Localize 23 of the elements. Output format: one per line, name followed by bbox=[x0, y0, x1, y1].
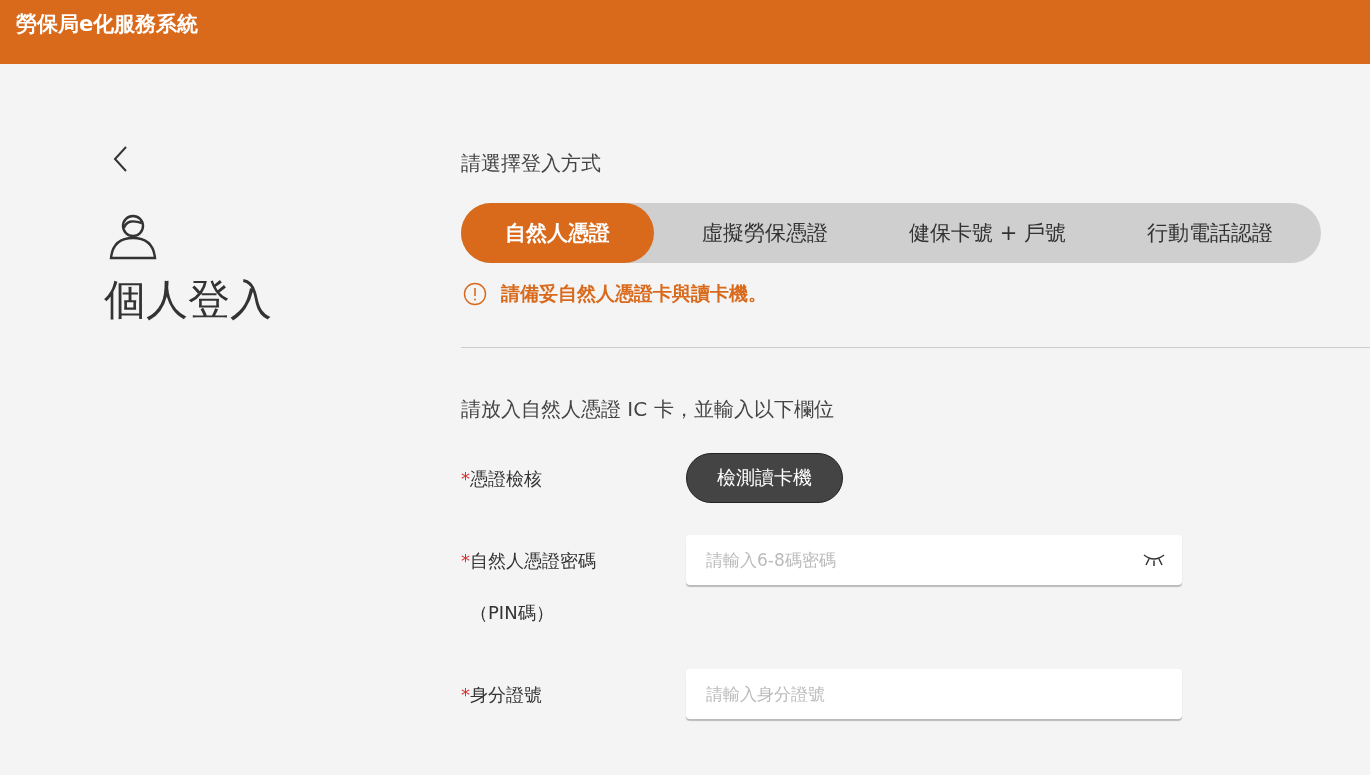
notice-text: 請備妥自然人憑證卡與讀卡機。 bbox=[501, 281, 767, 306]
required-mark: * bbox=[461, 467, 470, 491]
login-method-tab[interactable]: 健保卡號 + 戶號 bbox=[876, 203, 1099, 263]
field-label: 身分證號 bbox=[470, 683, 543, 707]
app-title: 勞保局e化服務系統 bbox=[16, 11, 199, 38]
section-heading: 請選擇登入方式 bbox=[461, 150, 601, 177]
field-label: 自然人憑證密碼（PIN碼） bbox=[470, 549, 597, 625]
chevron-left-icon bbox=[112, 145, 128, 173]
field-label: 憑證檢核 bbox=[470, 467, 543, 491]
login-method-tab[interactable]: 虛擬勞保憑證 bbox=[654, 203, 877, 263]
warning-icon bbox=[463, 282, 487, 306]
id-number-field[interactable]: 請輸入身分證號 bbox=[686, 669, 1182, 719]
closed-eye-icon bbox=[1142, 553, 1166, 567]
detect-reader-button[interactable]: 檢測讀卡機 bbox=[686, 453, 843, 503]
required-mark: * bbox=[461, 683, 470, 707]
required-mark: * bbox=[461, 549, 470, 573]
instruction-text: 請放入自然人憑證 IC 卡，並輸入以下欄位 bbox=[461, 396, 834, 423]
show-password-button[interactable] bbox=[1142, 553, 1166, 567]
page-title: 個人登入 bbox=[104, 274, 272, 326]
password-field[interactable]: 請輸入6-8碼密碼 bbox=[686, 535, 1182, 585]
person-icon bbox=[109, 214, 157, 260]
login-method-tab[interactable]: 行動電話認證 bbox=[1098, 203, 1321, 263]
back-button[interactable] bbox=[112, 144, 128, 174]
